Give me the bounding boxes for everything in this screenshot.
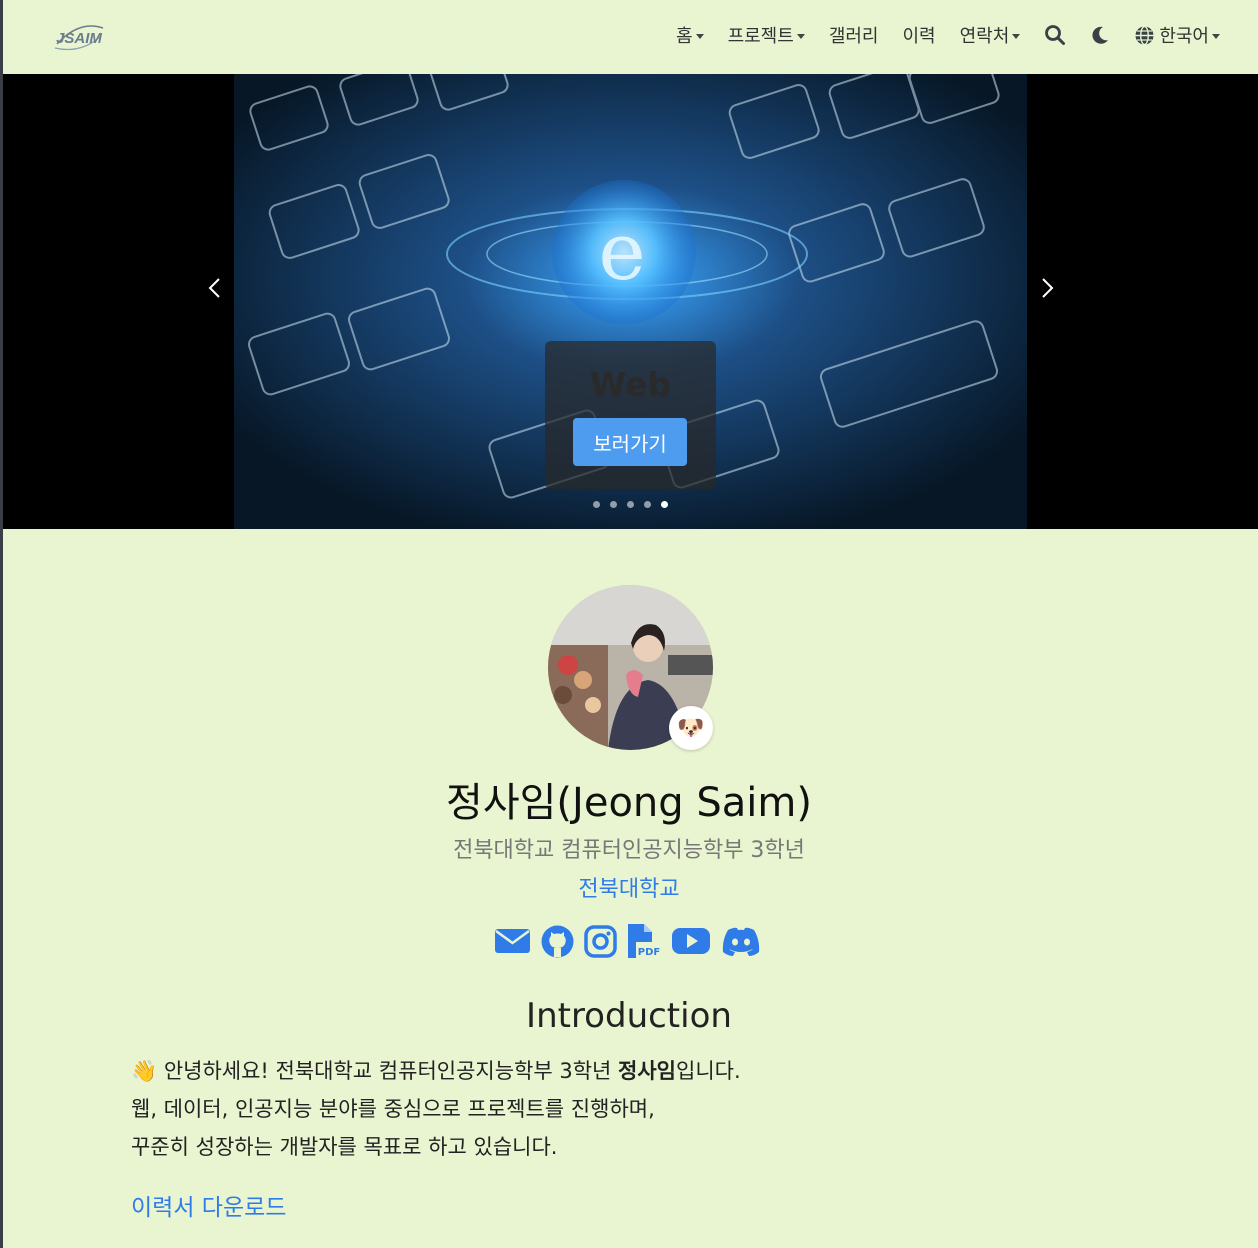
- carousel-indicator[interactable]: [610, 501, 617, 508]
- caption-title: Web: [589, 365, 672, 404]
- caret-down-icon: [695, 33, 704, 39]
- intro-name-bold: 정사임: [618, 1059, 676, 1083]
- profile-subtitle: 전북대학교 컴퓨터인공지능학부 3학년: [453, 838, 805, 863]
- nav-item-gallery-label: 갤러리: [828, 26, 879, 47]
- intro-line-1-end: 입니다.: [676, 1059, 741, 1083]
- social-links: PDF: [494, 922, 771, 960]
- nav-item-home-label: 홈: [676, 26, 693, 47]
- nav-item-gallery[interactable]: 갤러리: [829, 22, 879, 48]
- instagram-icon[interactable]: [584, 924, 617, 958]
- wave-emoji: 👋: [131, 1059, 158, 1083]
- carousel-prev-button[interactable]: [201, 274, 231, 304]
- introduction-text: 👋 안녕하세요! 전북대학교 컴퓨터인공지능학부 3학년 정사임입니다. 웹, …: [131, 1052, 741, 1166]
- email-icon[interactable]: [494, 926, 531, 956]
- chevron-left-icon: [208, 278, 220, 298]
- profile-name: 정사임(Jeong Saim): [446, 780, 812, 826]
- view-button[interactable]: 보러가기: [573, 418, 687, 466]
- github-icon[interactable]: [540, 924, 575, 959]
- introduction-heading: Introduction: [526, 996, 732, 1036]
- language-selector[interactable]: 한국어: [1134, 22, 1220, 48]
- moon-icon[interactable]: [1090, 25, 1110, 45]
- resume-download-link[interactable]: 이력서 다운로드: [131, 1188, 286, 1222]
- search-icon[interactable]: [1044, 24, 1066, 46]
- language-label: 한국어: [1159, 26, 1209, 47]
- svg-text:PDF: PDF: [638, 947, 660, 958]
- carousel-indicators: [593, 501, 678, 508]
- intro-line-2: 웹, 데이터, 인공지능 분야를 중심으로 프로젝트를 진행하며,: [131, 1097, 655, 1121]
- intro-line-1-text: 안녕하세요! 전북대학교 컴퓨터인공지능학부 3학년: [157, 1059, 619, 1083]
- hero-carousel: e Web 보러가기: [3, 74, 1258, 529]
- nav-item-contact-label: 연락처: [959, 26, 1010, 47]
- svg-text:JSAIM: JSAIM: [56, 30, 102, 47]
- avatar-status-badge: 🐶: [669, 706, 713, 750]
- nav-item-history[interactable]: 이력: [903, 22, 936, 48]
- school-link[interactable]: 전북대학교: [0, 871, 1258, 903]
- carousel-indicator[interactable]: [593, 501, 600, 508]
- discord-icon[interactable]: [720, 925, 762, 957]
- site-logo[interactable]: JSAIM: [51, 14, 107, 58]
- youtube-icon[interactable]: [671, 926, 711, 956]
- nav-item-projects-label: 프로젝트: [727, 26, 794, 47]
- carousel-indicator[interactable]: [627, 501, 634, 508]
- nav-item-history-label: 이력: [902, 26, 936, 47]
- caret-down-icon: [1012, 33, 1021, 39]
- intro-line-3: 꾸준히 성장하는 개발자를 목표로 하고 있습니다.: [131, 1135, 558, 1159]
- carousel-indicator-active[interactable]: [661, 501, 668, 508]
- nav-item-home[interactable]: 홈: [676, 22, 704, 48]
- nav-item-projects[interactable]: 프로젝트: [728, 22, 805, 48]
- caret-down-icon: [1212, 33, 1220, 39]
- caret-down-icon: [796, 33, 805, 39]
- chevron-right-icon: [1042, 278, 1054, 298]
- svg-text:e: e: [598, 205, 645, 298]
- dog-emoji: 🐶: [677, 715, 705, 741]
- carousel-next-button[interactable]: [1031, 274, 1061, 304]
- carousel-indicator[interactable]: [644, 501, 651, 508]
- intro-line-1: 👋 안녕하세요! 전북대학교 컴퓨터인공지능학부 3학년 정사임입니다.: [131, 1052, 741, 1090]
- carousel-caption: Web 보러가기: [545, 341, 716, 489]
- navbar: JSAIM 홈 프로젝트 갤러리 이력 연락처 한국어: [3, 0, 1258, 74]
- globe-icon: [1135, 25, 1154, 45]
- pdf-icon[interactable]: PDF: [626, 922, 662, 960]
- nav-item-contact[interactable]: 연락처: [960, 22, 1021, 48]
